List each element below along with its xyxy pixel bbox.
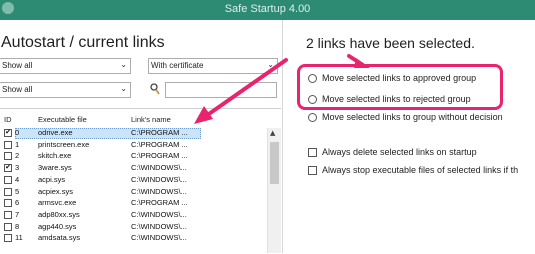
checkbox-icon[interactable] — [308, 148, 317, 157]
row-link: C:\PROGRAM ... — [131, 128, 188, 137]
filter-dropdown-1[interactable]: Show all ⌄ — [0, 58, 131, 74]
filter-dropdown-2-value: Show all — [2, 85, 33, 94]
search-icon — [150, 83, 160, 95]
checkbox-stop-label: Always stop executable files of selected… — [322, 165, 519, 175]
row-link: C:\PROGRAM ... — [131, 198, 188, 208]
vertical-scrollbar[interactable]: ▲ — [267, 128, 281, 253]
column-file[interactable]: Executable file — [38, 115, 87, 124]
row-checkbox[interactable] — [4, 199, 12, 208]
checkbox-delete-label: Always delete selected links on startup — [322, 147, 477, 157]
row-link: C:\WINDOWS\... — [131, 221, 187, 231]
scroll-up-icon[interactable]: ▲ — [270, 129, 275, 137]
row-id: 11 — [15, 233, 23, 243]
column-id[interactable]: ID — [4, 115, 12, 124]
row-file: odrive.exe — [38, 128, 73, 137]
row-checkbox[interactable]: ✔ — [4, 129, 12, 137]
filter-dropdown-2[interactable]: Show all ⌄ — [0, 82, 131, 98]
row-id: 0 — [15, 128, 20, 137]
row-checkbox[interactable] — [4, 187, 12, 196]
filter-dropdown-1-value: Show all — [2, 61, 33, 70]
row-file: armsvc.exe — [38, 198, 77, 208]
checkbox-icon[interactable] — [308, 166, 317, 175]
row-link: C:\WINDOWS\... — [131, 163, 187, 173]
row-link: C:\PROGRAM ... — [131, 151, 188, 161]
panel-heading: Autostart / current links — [1, 34, 165, 51]
row-id: 3 — [15, 163, 20, 173]
row-link: C:\WINDOWS\... — [131, 233, 187, 243]
search-input[interactable] — [165, 82, 277, 98]
row-link: C:\WINDOWS\... — [131, 209, 187, 219]
row-id: 6 — [15, 198, 20, 208]
row-id: 5 — [15, 186, 20, 196]
title-bar: Safe Startup 4.00 — [0, 0, 535, 20]
row-link: C:\WINDOWS\... — [131, 186, 187, 196]
row-link: C:\PROGRAM ... — [131, 139, 188, 149]
table-row[interactable]: ✔ 0 odrive.exe C:\PROGRAM ... — [0, 128, 266, 139]
row-checkbox[interactable]: ✔ — [4, 164, 12, 173]
chevron-down-icon: ⌄ — [120, 60, 127, 69]
row-id: 8 — [15, 221, 20, 231]
row-id: 1 — [15, 139, 20, 149]
chevron-down-icon: ⌄ — [267, 60, 274, 69]
table-row[interactable]: 11 amdsata.sys C:\WINDOWS\... — [0, 233, 266, 244]
certificate-dropdown-value: With certificate — [151, 61, 204, 70]
row-file: printscreen.exe — [38, 139, 90, 149]
row-checkbox[interactable] — [4, 175, 12, 184]
row-file: 3ware.sys — [38, 163, 72, 173]
table-row[interactable]: 2 skitch.exe C:\PROGRAM ... — [0, 151, 266, 162]
table-row[interactable]: 6 armsvc.exe C:\PROGRAM ... — [0, 198, 266, 209]
links-panel: Autostart / current links Show all ⌄ Wit… — [0, 20, 283, 253]
row-id: 4 — [15, 174, 20, 184]
scrollbar-thumb[interactable] — [270, 142, 279, 184]
row-file: agp440.sys — [38, 221, 77, 231]
row-checkbox[interactable] — [4, 234, 12, 243]
row-file: acpiex.sys — [38, 186, 74, 196]
column-link[interactable]: Link's name — [131, 115, 171, 124]
row-id: 7 — [15, 209, 20, 219]
certificate-dropdown[interactable]: With certificate ⌄ — [148, 58, 278, 74]
table-row[interactable]: 8 agp440.sys C:\WINDOWS\... — [0, 222, 266, 233]
selection-status: 2 links have been selected. — [306, 35, 475, 51]
table-row[interactable]: 4 acpi.sys C:\WINDOWS\... — [0, 175, 266, 186]
row-file: adp80xx.sys — [38, 209, 80, 219]
row-checkbox[interactable] — [4, 152, 12, 161]
table-row[interactable]: ✔ 3 3ware.sys C:\WINDOWS\... — [0, 163, 266, 174]
radio-no-decision-label: Move selected links to group without dec… — [322, 112, 503, 122]
radio-icon[interactable] — [308, 113, 317, 122]
row-link: C:\WINDOWS\... — [131, 174, 187, 184]
window-title: Safe Startup 4.00 — [224, 3, 311, 15]
row-checkbox[interactable] — [4, 222, 12, 231]
row-checkbox[interactable] — [4, 210, 12, 219]
table-row[interactable]: 1 printscreen.exe C:\PROGRAM ... — [0, 140, 266, 151]
row-file: skitch.exe — [38, 151, 72, 161]
row-id: 2 — [15, 151, 20, 161]
row-file: acpi.sys — [38, 174, 66, 184]
annotation-highlight-box — [297, 64, 503, 110]
row-checkbox[interactable] — [4, 140, 12, 149]
row-file: amdsata.sys — [38, 233, 81, 243]
table-row[interactable]: 7 adp80xx.sys C:\WINDOWS\... — [0, 210, 266, 221]
table-row[interactable]: 5 acpiex.sys C:\WINDOWS\... — [0, 187, 266, 198]
chevron-down-icon: ⌄ — [120, 84, 127, 93]
